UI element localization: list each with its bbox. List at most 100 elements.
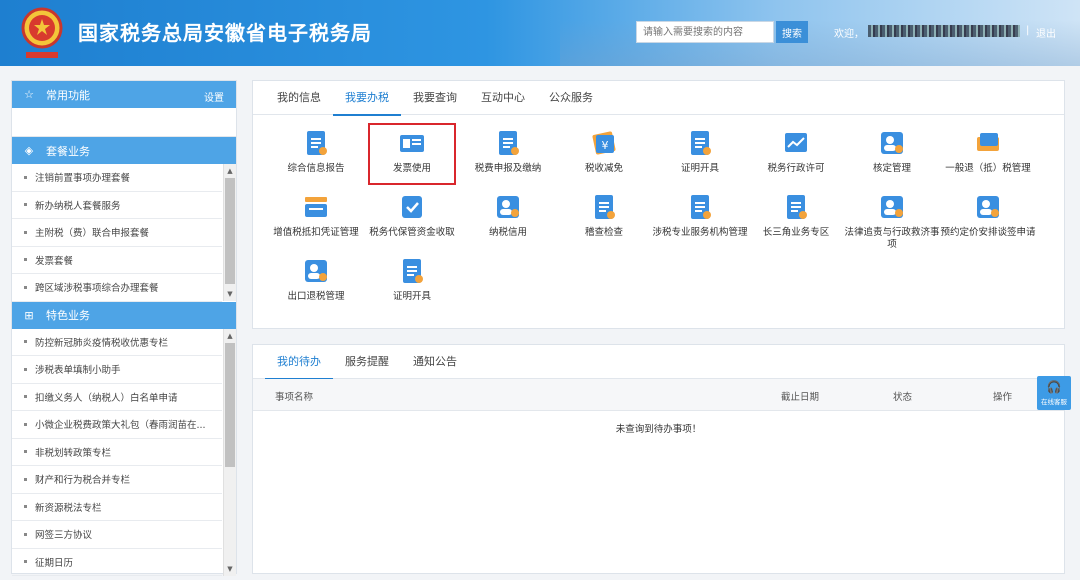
service-item[interactable]: 证明开具 (364, 257, 460, 303)
tab[interactable]: 公众服务 (537, 81, 605, 115)
scroll-thumb[interactable] (225, 178, 235, 284)
masked-username (868, 25, 1020, 37)
tab[interactable]: 我的待办 (265, 345, 333, 380)
certificate-icon (691, 131, 711, 155)
sidebar-item-label: 财产和行为税合并专栏 (35, 475, 131, 487)
service-item[interactable]: 法律追责与行政救济事项 (844, 193, 940, 251)
scroll-thumb[interactable] (225, 342, 235, 467)
bullet-icon (24, 477, 27, 481)
sidebar-item[interactable]: 网签三方协议 (12, 521, 222, 549)
col-name: 事项名称 (275, 392, 314, 403)
sidebar-item[interactable]: 征期日历 (12, 549, 222, 576)
todo-empty-message: 未查询到待办事项！ (615, 424, 702, 435)
bullet-icon (24, 203, 27, 207)
tab[interactable]: 互动中心 (469, 81, 537, 115)
service-item[interactable]: 税务行政许可 (748, 129, 844, 175)
tax-reduction-icon: ¥ (592, 131, 616, 155)
tax-refund-icon (977, 133, 999, 151)
sidebar-item-label: 征期日历 (35, 557, 74, 569)
sidebar-item[interactable]: 新办纳税人套餐服务 (12, 192, 222, 219)
tab[interactable]: 我要办税 (333, 81, 401, 116)
col-status: 状态 (893, 392, 913, 403)
bullet-icon (24, 258, 27, 262)
search-button[interactable]: 搜索 (776, 21, 808, 43)
sidebar-item[interactable]: 发票套餐 (12, 247, 222, 274)
bullet-icon (24, 532, 27, 536)
service-label: 税收减免 (584, 163, 623, 174)
service-item[interactable]: 出口退税管理 (268, 257, 364, 303)
layers-icon: ◈ (24, 144, 34, 157)
scroll-up-icon[interactable]: ▲ (224, 331, 236, 341)
scrollbar[interactable]: ▲ ▼ (223, 164, 236, 301)
sidebar-item[interactable]: 新资源税法专栏 (12, 494, 222, 521)
vat-voucher-icon (305, 197, 327, 217)
sidebar-item-label: 防控新冠肺炎疫情税收优惠专栏 (35, 337, 169, 349)
sidebar-item[interactable]: 扣缴义务人（纳税人）白名单申请 (12, 384, 222, 411)
service-item[interactable]: 预约定价安排谈签申请 (940, 193, 1036, 239)
service-item[interactable]: 涉税专业服务机构管理 (652, 193, 748, 239)
bullet-icon (24, 505, 27, 509)
tab[interactable]: 服务提醒 (333, 345, 401, 379)
site-title: 国家税务总局安徽省电子税务局 (78, 21, 372, 45)
tab[interactable]: 我要查询 (401, 81, 469, 115)
service-item[interactable]: 长三角业务专区 (748, 193, 844, 239)
tab[interactable]: 我的信息 (265, 81, 333, 115)
service-label: 增值税抵扣凭证管理 (273, 227, 359, 238)
scroll-down-icon[interactable]: ▼ (224, 564, 236, 574)
sidebar-item-label: 跨区域涉税事项综合办理套餐 (35, 283, 159, 295)
grid-icon: ⊞ (24, 308, 34, 322)
sidebar-package-header[interactable]: ◈ 套餐业务 (12, 137, 236, 164)
service-label: 出口退税管理 (287, 291, 345, 302)
sidebar-item[interactable]: 小微企业税费政策大礼包（春雨润苗在... (12, 411, 222, 439)
sidebar-item-label: 小微企业税费政策大礼包（春雨润苗在... (35, 420, 206, 432)
sidebar-special-list: ▲ ▼ 防控新冠肺炎疫情税收优惠专栏涉税表单填制小助手 扣缴义务人（纳税人）白名单… (12, 328, 236, 576)
sidebar-item-label: 主附税（费）联合申报套餐 (35, 228, 150, 240)
logout-link[interactable]: 退出 (1036, 25, 1056, 40)
service-item[interactable]: 纳税信用 (460, 193, 556, 239)
export-refund-icon (305, 260, 327, 282)
scroll-down-icon[interactable]: ▼ (224, 289, 236, 299)
sidebar-common-title: 常用功能 (46, 88, 90, 102)
header-separator: | (1026, 25, 1030, 36)
sidebar-item[interactable]: 涉税表单填制小助手 (12, 356, 222, 384)
service-item[interactable]: 稽查检查 (556, 193, 652, 239)
service-label: 法律追责与行政救济事项 (844, 227, 940, 250)
top-header: 国家税务总局安徽省电子税务局 搜索 欢迎， | 退出 (0, 0, 1080, 66)
sidebar-item[interactable]: 主附税（费）联合申报套餐 (12, 219, 222, 247)
service-item[interactable]: 税务代保管资金收取 (364, 193, 460, 239)
main-tabs: 我的信息 我要办税 我要查询 互动中心 公众服务 (253, 81, 1064, 116)
service-item[interactable]: 证明开具 (652, 129, 748, 175)
sidebar-item[interactable]: 注销前置事项办理套餐 (12, 164, 222, 192)
sidebar-item[interactable]: 防控新冠肺炎疫情税收优惠专栏 (12, 329, 222, 356)
scrollbar[interactable]: ▲ ▼ (223, 328, 236, 576)
todo-panel: 我的待办 服务提醒 通知公告 事项名称 截止日期 状态 操作 未查询到待办事项！ (252, 344, 1065, 574)
service-label: 综合信息报告 (287, 163, 345, 174)
todo-tabs: 我的待办 服务提醒 通知公告 (253, 345, 1064, 380)
sidebar-special-header[interactable]: ⊞ 特色业务 (12, 301, 236, 329)
search-input[interactable] (636, 21, 774, 43)
sidebar-item[interactable]: 跨区域涉税事项综合办理套餐 (12, 274, 222, 302)
sidebar-settings-link[interactable]: 设置 (204, 89, 224, 104)
pricing-icon (977, 196, 999, 218)
tab[interactable]: 通知公告 (401, 345, 469, 379)
col-deadline: 截止日期 (781, 392, 820, 403)
service-item[interactable]: 核定管理 (844, 129, 940, 175)
service-item[interactable]: 一般退（抵）税管理 (940, 129, 1036, 175)
online-service-button[interactable]: 🎧 在线客服 (1037, 376, 1071, 410)
sidebar-package-list: ▲ ▼ 注销前置事项办理套餐新办纳税人套餐服务主附税（费）联合申报套餐 发票套餐跨… (12, 164, 236, 302)
todo-table-header: 事项名称 截止日期 状态 操作 (253, 379, 1064, 411)
service-item[interactable]: 税费申报及缴纳 (460, 129, 556, 175)
verification-icon (881, 132, 903, 154)
service-item[interactable]: 发票使用 (364, 129, 460, 175)
sidebar-item-label: 网签三方协议 (35, 530, 93, 542)
service-label: 一般退（抵）税管理 (945, 163, 1031, 174)
service-item[interactable]: 综合信息报告 (268, 129, 364, 175)
service-item[interactable]: 增值税抵扣凭证管理 (268, 193, 364, 239)
sidebar-item-label: 发票套餐 (35, 255, 74, 267)
sidebar-item-label: 注销前置事项办理套餐 (35, 173, 131, 185)
scroll-up-icon[interactable]: ▲ (224, 166, 236, 176)
sidebar-item[interactable]: 非税划转政策专栏 (12, 439, 222, 466)
bullet-icon (24, 422, 27, 426)
service-item[interactable]: ¥ 税收减免 (556, 129, 652, 175)
sidebar-item[interactable]: 财产和行为税合并专栏 (12, 466, 222, 494)
